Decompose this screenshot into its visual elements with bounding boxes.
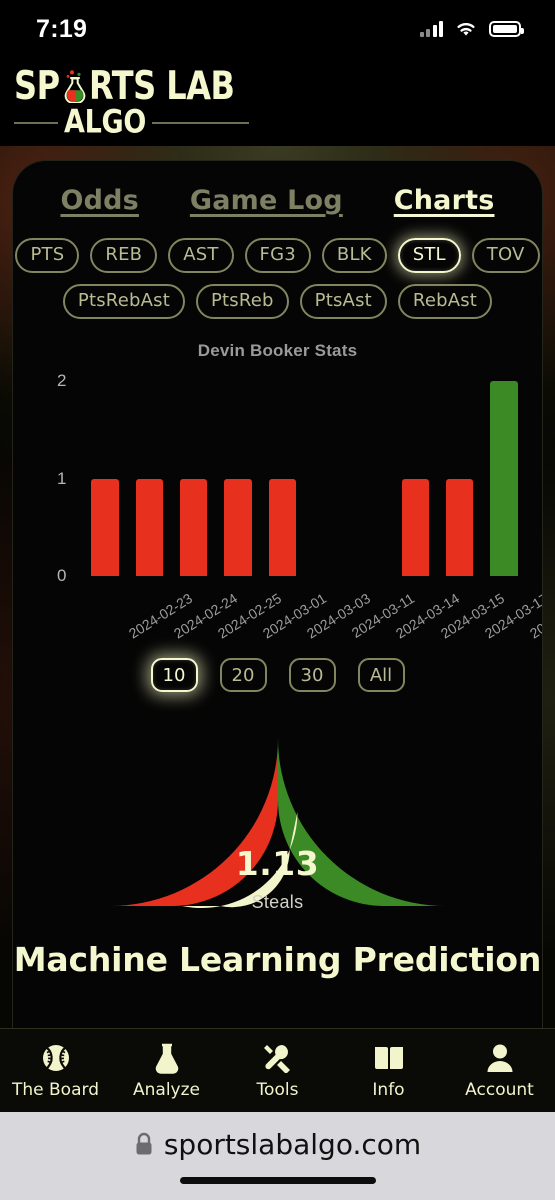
chart-bar [224,478,252,576]
nav-label-info: Info [372,1080,405,1100]
app-stage: Odds Game Log Charts PTS REB AST FG3 BLK… [0,146,555,1066]
bar-slot [349,381,393,576]
nav-item-tools[interactable]: Tools [222,1041,333,1100]
x-axis-labels: 2024-02-23 2024-02-24 2024-02-25 2024-03-01… [21,586,542,654]
logo-text-sp: SP [14,61,60,109]
nav-label-the-board: The Board [12,1080,99,1100]
tools-icon [262,1041,294,1075]
chart-bar [445,478,474,576]
gauge-value: 1.13 [235,844,320,883]
primary-tabs: Odds Game Log Charts [13,161,542,216]
baseball-icon [41,1041,71,1075]
nav-label-account: Account [465,1080,534,1100]
tab-charts[interactable]: Charts [394,185,495,216]
browser-url-bar[interactable]: sportslabalgo.com [0,1112,555,1200]
bar-slot [172,381,216,576]
bottom-navigation: The Board Analyze Tools Info Account [0,1028,555,1112]
gauge-caption: Machine Learning Prediction [13,940,542,979]
chart-bar [180,478,208,576]
home-indicator [179,1177,376,1184]
stat-pill-fg3[interactable]: FG3 [244,238,311,273]
status-bar-time: 7:19 [36,14,88,43]
bar-slot [216,381,260,576]
y-tick-1: 1 [57,468,67,488]
status-bar: 7:19 [0,0,555,58]
stat-pill-ptsreb[interactable]: PtsReb [195,284,289,319]
logo-text-rts-lab: RTS LAB [88,61,235,109]
range-button-20[interactable]: 20 [219,658,267,692]
range-button-30[interactable]: 30 [288,658,336,692]
person-icon [486,1041,514,1075]
bar-slot [304,381,348,576]
lock-icon [136,1132,152,1155]
status-bar-indicators [419,20,524,38]
chart-title: Devin Booker Stats [197,341,358,360]
bar-slot [482,381,526,576]
prediction-gauge: 1.13 Steals [13,716,542,926]
app-logo: SP RTS LAB ALGO [0,58,555,146]
chart-bar [401,478,429,576]
stat-pill-pts[interactable]: PTS [15,238,80,273]
stat-pill-ptsast[interactable]: PtsAst [299,284,387,319]
bar-slot [260,381,304,576]
logo-rule-left [14,121,58,124]
bar-slot [437,381,481,576]
range-button-all[interactable]: All [357,658,405,692]
nav-item-account[interactable]: Account [444,1041,555,1100]
bar-slot [393,381,437,576]
stat-pill-rebast[interactable]: RebAst [397,284,493,319]
nav-label-tools: Tools [256,1080,299,1100]
logo-text-algo: ALGO [64,103,147,142]
logo-rule-right [152,121,249,124]
nav-item-the-board[interactable]: The Board [0,1041,111,1100]
chart-bar [135,478,164,576]
cellular-signal-icon [419,21,443,37]
y-tick-2: 2 [57,371,67,390]
app-card: Odds Game Log Charts PTS REB AST FG3 BLK… [12,160,543,1058]
stat-pill-stl[interactable]: STL [397,238,461,273]
range-selector: 10 20 30 All [13,658,542,692]
stat-pill-blk[interactable]: BLK [321,238,387,273]
stat-filter-row-2: PtsRebAst PtsReb PtsAst RebAst [13,284,542,319]
chart-bar [91,478,119,576]
book-icon [373,1041,405,1075]
flask-icon [153,1041,181,1075]
url-display: sportslabalgo.com [134,1128,421,1161]
bar-slot [83,381,127,576]
gauge-unit: Steals [251,892,304,912]
tab-game-log[interactable]: Game Log [190,185,343,216]
chart-bars [83,381,526,576]
stat-pill-ast[interactable]: AST [168,238,234,273]
chart-bar [490,381,518,576]
y-tick-0: 0 [57,566,67,585]
range-button-10[interactable]: 10 [150,658,198,692]
nav-item-analyze[interactable]: Analyze [111,1041,222,1100]
chart-bar [268,478,297,576]
tab-odds[interactable]: Odds [60,185,138,216]
nav-label-analyze: Analyze [133,1080,200,1100]
stat-pill-reb[interactable]: REB [90,238,158,273]
battery-full-icon [489,21,524,37]
stat-pill-ptsrebast[interactable]: PtsRebAst [62,284,185,319]
flask-icon [62,69,88,104]
bar-chart: 0 1 2 [21,371,534,586]
bar-slot [127,381,171,576]
stat-filter-row-1: PTS REB AST FG3 BLK STL TOV [13,238,542,273]
wifi-icon [457,23,475,36]
stat-pill-tov[interactable]: TOV [471,238,540,273]
url-text: sportslabalgo.com [163,1128,422,1161]
nav-item-info[interactable]: Info [333,1041,444,1100]
